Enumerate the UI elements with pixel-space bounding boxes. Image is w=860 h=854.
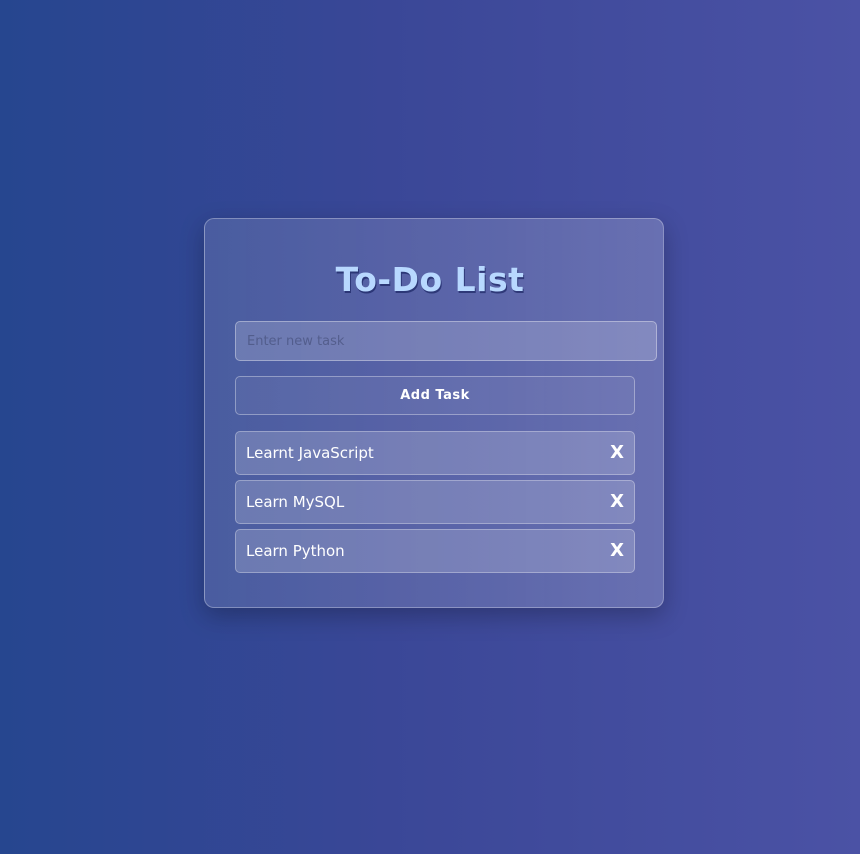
new-task-input[interactable] [235, 321, 657, 361]
task-text: Learn MySQL [246, 493, 345, 511]
delete-task-button[interactable]: X [610, 444, 624, 462]
add-task-button[interactable]: Add Task [235, 376, 635, 415]
task-text: Learnt JavaScript [246, 444, 374, 462]
page-title: To-Do List [335, 260, 525, 299]
task-item: Learn MySQL X [235, 480, 635, 524]
delete-task-button[interactable]: X [610, 542, 624, 560]
task-list: Learnt JavaScript X Learn MySQL X Learn … [235, 431, 635, 578]
task-item: Learn Python X [235, 529, 635, 573]
task-text: Learn Python [246, 542, 345, 560]
delete-task-button[interactable]: X [610, 493, 624, 511]
task-item: Learnt JavaScript X [235, 431, 635, 475]
